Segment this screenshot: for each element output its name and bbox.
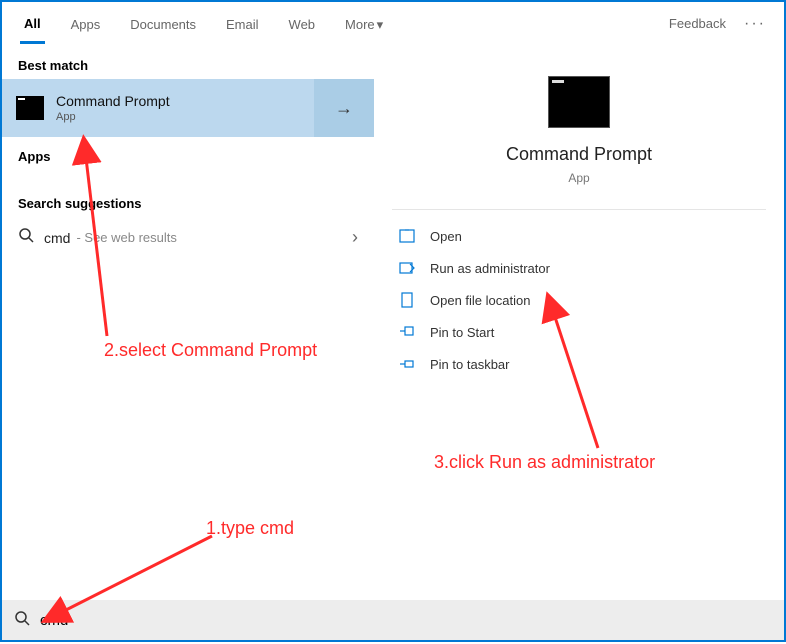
open-icon	[398, 228, 416, 244]
tabs-bar: All Apps Documents Email Web More ▾ Feed…	[2, 2, 784, 46]
chevron-right-icon: ›	[352, 227, 358, 248]
tab-all[interactable]: All	[20, 4, 45, 44]
preview-subtitle: App	[392, 171, 766, 185]
action-pin-start-label: Pin to Start	[430, 325, 494, 340]
more-menu-icon[interactable]: ···	[744, 15, 766, 33]
caret-down-icon: ▾	[377, 17, 384, 33]
search-input[interactable]	[40, 612, 772, 629]
action-run-admin-label: Run as administrator	[430, 261, 550, 276]
search-icon	[14, 610, 30, 631]
pin-taskbar-icon	[398, 356, 416, 372]
action-open-location-label: Open file location	[430, 293, 530, 308]
tab-web[interactable]: Web	[285, 5, 320, 42]
suggestion-hint: - See web results	[76, 230, 176, 245]
best-match-item[interactable]: Command Prompt App →	[2, 79, 374, 137]
folder-icon	[398, 292, 416, 308]
best-match-title: Command Prompt	[56, 93, 314, 109]
suggestion-query: cmd	[44, 230, 70, 246]
action-open-label: Open	[430, 229, 462, 244]
divider	[392, 209, 766, 210]
command-prompt-icon	[16, 96, 44, 120]
action-pin-taskbar[interactable]: Pin to taskbar	[392, 348, 766, 380]
shield-icon	[398, 260, 416, 276]
tab-more-label: More	[345, 17, 375, 32]
best-match-subtitle: App	[56, 111, 314, 123]
results-panel: Best match Command Prompt App → Apps Sea…	[2, 46, 374, 600]
action-pin-taskbar-label: Pin to taskbar	[430, 357, 510, 372]
action-run-admin[interactable]: Run as administrator	[392, 252, 766, 284]
expand-arrow-icon[interactable]: →	[314, 79, 374, 137]
action-open-location[interactable]: Open file location	[392, 284, 766, 316]
search-bar	[2, 600, 784, 640]
best-match-heading: Best match	[2, 46, 374, 79]
feedback-link[interactable]: Feedback	[669, 16, 726, 31]
search-suggestion-item[interactable]: cmd - See web results ›	[2, 217, 374, 258]
pin-start-icon	[398, 324, 416, 340]
search-icon	[18, 227, 34, 248]
action-open[interactable]: Open	[392, 220, 766, 252]
command-prompt-large-icon	[548, 76, 610, 128]
tab-email[interactable]: Email	[222, 5, 263, 42]
preview-title: Command Prompt	[392, 144, 766, 165]
action-pin-start[interactable]: Pin to Start	[392, 316, 766, 348]
search-suggestions-heading: Search suggestions	[2, 184, 374, 217]
preview-panel: Command Prompt App Open Run as administr…	[374, 46, 784, 600]
apps-heading: Apps	[2, 137, 374, 170]
tab-apps[interactable]: Apps	[67, 5, 105, 42]
tab-documents[interactable]: Documents	[126, 5, 200, 42]
tab-more[interactable]: More ▾	[341, 5, 387, 43]
